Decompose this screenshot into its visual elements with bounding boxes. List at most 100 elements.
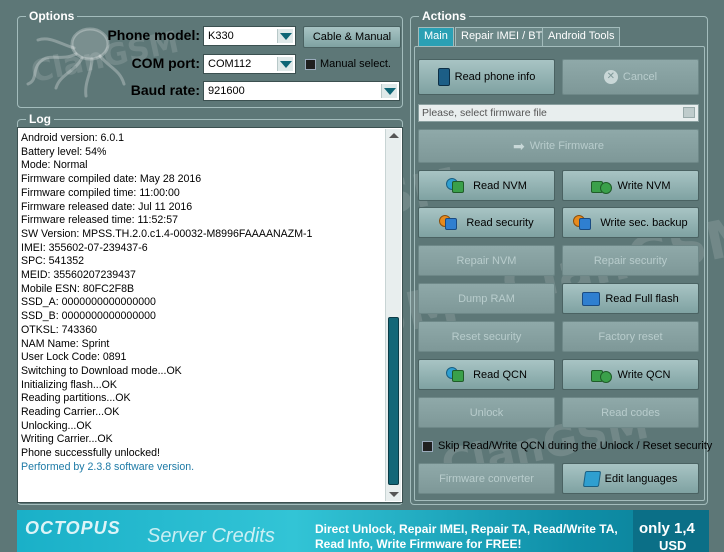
write-qcn-icon xyxy=(590,366,613,384)
unlock-button[interactable]: Unlock xyxy=(418,397,555,428)
manual-select-label: Manual select. xyxy=(320,58,391,70)
actions-legend: Actions xyxy=(419,10,470,23)
read-nvm-button[interactable]: Read NVM xyxy=(418,170,555,201)
write-firmware-label: Write Firmware xyxy=(529,140,605,152)
read-nvm-icon xyxy=(446,177,468,195)
log-line: Reading Carrier...OK xyxy=(21,406,120,419)
read-security-button[interactable]: Read security xyxy=(418,207,555,238)
cancel-label: Cancel xyxy=(622,71,658,83)
folder-icon[interactable] xyxy=(683,107,695,118)
phone-model-select[interactable]: K330 xyxy=(203,26,296,46)
baud-rate-label: Baud rate: xyxy=(130,82,200,98)
com-port-select[interactable]: COM112 xyxy=(203,54,296,74)
skip-qcn-label: Skip Read/Write QCN during the Unlock / … xyxy=(438,440,713,452)
cancel-icon: ✕ xyxy=(603,70,618,84)
banner-currency: USD xyxy=(659,538,687,552)
read-phone-info-button[interactable]: Read phone info xyxy=(418,59,555,95)
dump-ram-button[interactable]: Dump RAM xyxy=(418,283,555,314)
edit-languages-button[interactable]: Edit languages xyxy=(562,463,699,494)
read-codes-button[interactable]: Read codes xyxy=(562,397,699,428)
chevron-down-icon[interactable] xyxy=(381,84,397,98)
chevron-down-icon[interactable] xyxy=(277,57,293,71)
flash-chip-icon xyxy=(582,291,601,306)
manual-select-checkbox[interactable] xyxy=(305,59,316,70)
log-line: Firmware released time: 11:52:57 xyxy=(21,214,179,227)
firmware-converter-button[interactable]: Firmware converter xyxy=(418,463,555,494)
read-full-flash-button[interactable]: Read Full flash xyxy=(562,283,699,314)
write-qcn-label: Write QCN xyxy=(617,368,671,381)
read-full-flash-label: Read Full flash xyxy=(605,292,679,305)
log-output[interactable]: Android version: 6.0.1 Battery level: 54%… xyxy=(17,127,403,503)
write-sec-backup-icon xyxy=(573,214,595,232)
log-line: SW Version: MPSS.TH.2.0.c1.4-00032-M8996… xyxy=(21,227,313,240)
com-port-label: COM port: xyxy=(131,55,200,71)
skip-qcn-checkbox[interactable] xyxy=(422,441,433,452)
read-qcn-button[interactable]: Read QCN xyxy=(418,359,555,390)
factory-reset-button[interactable]: Factory reset xyxy=(562,321,699,352)
firmware-file-input[interactable]: Please, select firmware file xyxy=(418,104,699,122)
dump-ram-label: Dump RAM xyxy=(458,292,515,305)
log-lines: Android version: 6.0.1 Battery level: 54%… xyxy=(18,128,402,475)
log-line: SPC: 541352 xyxy=(21,255,85,268)
log-line: Mobile ESN: 80FC2F8B xyxy=(21,282,135,295)
banner-line-1: Direct Unlock, Repair IMEI, Repair TA, R… xyxy=(315,522,618,536)
phone-info-icon xyxy=(437,68,450,86)
baud-rate-select[interactable]: 921600 xyxy=(203,81,400,101)
log-line: Reading partitions...OK xyxy=(21,392,131,405)
banner-price-box: only 1,4 USD xyxy=(633,510,709,552)
reset-security-button[interactable]: Reset security xyxy=(418,321,555,352)
reset-security-label: Reset security xyxy=(451,330,522,343)
log-line: Initializing flash...OK xyxy=(21,378,117,391)
factory-reset-label: Factory reset xyxy=(598,330,663,343)
write-firmware-icon: ➡ xyxy=(512,137,525,154)
read-qcn-icon xyxy=(446,366,468,384)
scrollbar-thumb[interactable] xyxy=(388,317,399,485)
log-line: NAM Name: Sprint xyxy=(21,337,110,350)
tab-repair-imei-bt[interactable]: Repair IMEI / BT xyxy=(455,27,549,46)
banner-line-2: Read Info, Write Firmware for FREE! xyxy=(315,537,522,551)
log-line: IMEI: 355602-07-239437-6 xyxy=(21,241,148,254)
write-sec-backup-button[interactable]: Write sec. backup xyxy=(562,207,699,238)
cancel-button[interactable]: ✕ Cancel xyxy=(562,59,699,95)
log-line: Writing Carrier...OK xyxy=(21,433,113,446)
edit-languages-label: Edit languages xyxy=(604,472,678,485)
repair-nvm-label: Repair NVM xyxy=(456,254,517,267)
server-credits-banner[interactable]: OCTOPUS Server Credits Direct Unlock, Re… xyxy=(17,510,709,552)
write-qcn-button[interactable]: Write QCN xyxy=(562,359,699,390)
edit-languages-icon xyxy=(582,470,601,487)
scroll-down-icon[interactable] xyxy=(389,492,399,497)
repair-security-label: Repair security xyxy=(593,254,668,267)
read-security-label: Read security xyxy=(466,216,534,229)
phone-model-label: Phone model: xyxy=(107,27,200,43)
write-nvm-label: Write NVM xyxy=(617,179,671,192)
log-line: MEID: 35560207239437 xyxy=(21,269,136,282)
write-firmware-button[interactable]: ➡ Write Firmware xyxy=(418,129,699,163)
phone-model-value: K330 xyxy=(208,30,234,42)
log-line: Mode: Normal xyxy=(21,159,88,172)
chevron-down-icon[interactable] xyxy=(277,29,293,43)
tab-main[interactable]: Main xyxy=(418,27,454,46)
cable-manual-label: Cable & Manual xyxy=(312,31,392,43)
scroll-up-icon[interactable] xyxy=(389,133,399,138)
read-security-icon xyxy=(439,214,461,232)
log-legend: Log xyxy=(26,113,54,126)
repair-nvm-button[interactable]: Repair NVM xyxy=(418,245,555,276)
log-footer-line: Performed by 2.3.8 software version. xyxy=(21,460,195,473)
banner-price: only 1,4 xyxy=(639,520,695,537)
tab-android-tools[interactable]: Android Tools xyxy=(542,27,621,46)
log-line: Firmware released date: Jul 11 2016 xyxy=(21,200,193,213)
write-nvm-button[interactable]: Write NVM xyxy=(562,170,699,201)
cable-manual-button[interactable]: Cable & Manual xyxy=(303,26,401,48)
unlock-label: Unlock xyxy=(469,406,504,419)
read-qcn-label: Read QCN xyxy=(473,368,527,381)
log-line: Switching to Download mode...OK xyxy=(21,364,182,377)
read-phone-info-label: Read phone info xyxy=(454,71,536,83)
banner-brand: OCTOPUS xyxy=(25,518,121,538)
log-line: Phone successfully unlocked! xyxy=(21,447,160,460)
log-line: Firmware compiled date: May 28 2016 xyxy=(21,173,202,186)
repair-security-button[interactable]: Repair security xyxy=(562,245,699,276)
log-scrollbar[interactable] xyxy=(385,129,401,501)
read-nvm-label: Read NVM xyxy=(473,179,527,192)
write-sec-backup-label: Write sec. backup xyxy=(600,216,688,229)
log-line: SSD_B: 0000000000000000 xyxy=(21,310,156,323)
